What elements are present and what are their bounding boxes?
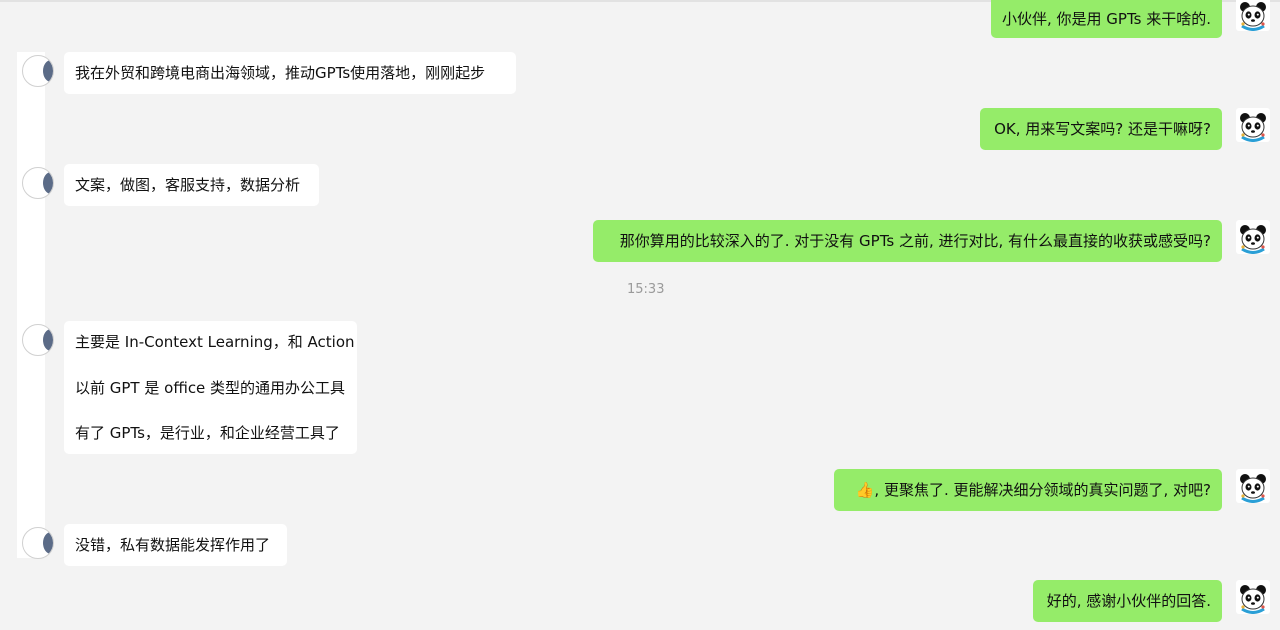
message-bubble-received[interactable]: 我在外贸和跨境电商出海领域，推动GPTs使用落地，刚刚起步	[64, 52, 516, 94]
message-text: 那你算用的比较深入的了. 对于没有 GPTs 之前, 进行对比, 有什么最直接的…	[619, 232, 1211, 250]
user-avatar-icon[interactable]	[22, 324, 54, 356]
user-avatar-icon[interactable]	[22, 55, 54, 87]
message-text: 文案，做图，客服支持，数据分析	[75, 176, 301, 194]
panda-avatar-icon[interactable]	[1236, 108, 1270, 142]
message-text: 好的, 感谢小伙伴的回答.	[1046, 592, 1211, 610]
peer-avatar-column	[17, 52, 45, 558]
message-bubble-sent[interactable]: 👍, 更聚焦了. 更能解决细分领域的真实问题了, 对吧?	[834, 469, 1222, 511]
message-bubble-received[interactable]: 主要是 In-Context Learning，和 Action 以前 GPT …	[64, 321, 357, 454]
message-text: OK, 用来写文案吗? 还是干嘛呀?	[994, 120, 1211, 138]
message-line: 有了 GPTs，是行业，和企业经营工具了	[75, 424, 340, 442]
message-bubble-sent[interactable]: 那你算用的比较深入的了. 对于没有 GPTs 之前, 进行对比, 有什么最直接的…	[593, 220, 1222, 262]
message-bubble-sent[interactable]: OK, 用来写文案吗? 还是干嘛呀?	[980, 108, 1222, 150]
panda-avatar-icon[interactable]	[1236, 469, 1270, 503]
message-bubble-sent[interactable]: 小伙伴, 你是用 GPTs 来干啥的.	[991, 0, 1222, 38]
message-text: 我在外贸和跨境电商出海领域，推动GPTs使用落地，刚刚起步	[75, 64, 486, 82]
message-text: 没错，私有数据能发挥作用了	[75, 536, 271, 554]
panda-avatar-icon[interactable]	[1236, 220, 1270, 254]
user-avatar-icon[interactable]	[22, 527, 54, 559]
message-bubble-sent[interactable]: 好的, 感谢小伙伴的回答.	[1033, 580, 1222, 622]
message-line: 主要是 In-Context Learning，和 Action	[75, 333, 355, 351]
message-line: 以前 GPT 是 office 类型的通用办公工具	[75, 378, 346, 397]
user-avatar-icon[interactable]	[22, 167, 54, 199]
message-text: 👍, 更聚焦了. 更能解决细分领域的真实问题了, 对吧?	[855, 481, 1211, 499]
message-text: 小伙伴, 你是用 GPTs 来干啥的.	[1001, 10, 1211, 28]
message-bubble-received[interactable]: 没错，私有数据能发挥作用了	[64, 524, 287, 566]
message-timestamp: 15:33	[627, 282, 665, 297]
message-bubble-received[interactable]: 文案，做图，客服支持，数据分析	[64, 164, 319, 206]
panda-avatar-icon[interactable]	[1236, 0, 1270, 31]
panda-avatar-icon[interactable]	[1236, 580, 1270, 614]
